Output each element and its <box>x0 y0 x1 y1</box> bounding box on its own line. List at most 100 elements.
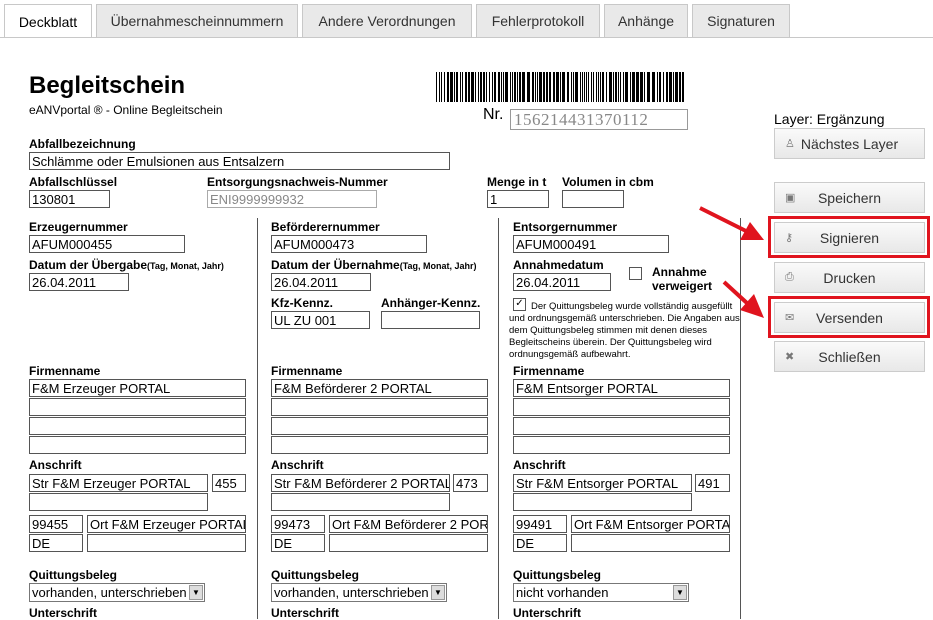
annahme-verweigert-checkbox[interactable] <box>629 267 642 280</box>
erzeuger-firma-field[interactable]: F&M Erzeuger PORTAL <box>29 379 246 397</box>
entsorger-quittung-label: Quittungsbeleg <box>513 568 601 582</box>
befoerderer-strasse-field[interactable]: Str F&M Beförderer 2 PORTAL <box>271 474 450 492</box>
page-subtitle: eANVportal ® - Online Begleitschein <box>29 103 223 117</box>
close-label: Schließen <box>818 348 881 365</box>
erzeuger-ort-field[interactable]: Ort F&M Erzeuger PORTAL <box>87 515 246 533</box>
close-icon: ✖ <box>785 351 795 363</box>
befoerderer-firma-field-4[interactable] <box>271 436 488 454</box>
datum-uebergabe-field[interactable]: 26.04.2011 <box>29 273 129 291</box>
befoerderer-anschrift-label: Anschrift <box>271 458 324 472</box>
entsorgernummer-label: Entsorgernummer <box>513 220 618 234</box>
datum-uebergabe-label: Datum der Übergabe(Tag, Monat, Jahr) <box>29 258 224 272</box>
befoerderer-unterschrift-label: Unterschrift <box>271 606 340 620</box>
chevron-down-icon: ▼ <box>189 585 203 600</box>
befoerderer-quittung-label: Quittungsbeleg <box>271 568 359 582</box>
befoerderer-ort-field-2[interactable] <box>329 534 488 552</box>
menge-field[interactable]: 1 <box>487 190 549 208</box>
send-highlight-box <box>768 296 930 338</box>
befoerderernummer-field[interactable]: AFUM000473 <box>271 235 427 253</box>
next-layer-label: Nächstes Layer <box>800 135 899 152</box>
save-button[interactable]: ▣ Speichern <box>774 182 925 213</box>
erzeuger-quittung-label: Quittungsbeleg <box>29 568 117 582</box>
erzeuger-firma-field-2[interactable] <box>29 398 246 416</box>
arrow-to-send <box>722 280 764 318</box>
entsorger-land-field[interactable]: DE <box>513 534 567 552</box>
abfallbezeichnung-field[interactable]: Schlämme oder Emulsionen aus Entsalzern <box>29 152 450 170</box>
nachweis-field[interactable]: ENI9999999932 <box>207 190 377 208</box>
entsorger-firma-field-2[interactable] <box>513 398 730 416</box>
befoerderer-ort-field[interactable]: Ort F&M Beförderer 2 PORTAL <box>329 515 488 533</box>
tab-anhaenge[interactable]: Anhänge <box>604 4 688 37</box>
kfz-label: Kfz-Kennz. <box>271 296 333 310</box>
befoerderer-hausnr-field[interactable]: 473 <box>453 474 488 492</box>
befoerderer-quittung-select[interactable]: vorhanden, unterschrieben ▼ <box>271 583 447 602</box>
tab-fehlerprotokoll[interactable]: Fehlerprotokoll <box>476 4 600 37</box>
erzeugernummer-label: Erzeugernummer <box>29 220 128 234</box>
entsorger-firma-field[interactable]: F&M Entsorger PORTAL <box>513 379 730 397</box>
erzeuger-ort-field-2[interactable] <box>87 534 246 552</box>
erzeuger-land-field[interactable]: DE <box>29 534 83 552</box>
kfz-field[interactable]: UL ZU 001 <box>271 311 370 329</box>
erzeuger-strasse-field[interactable]: Str F&M Erzeuger PORTAL <box>29 474 208 492</box>
next-layer-button[interactable]: ♙ Nächstes Layer <box>774 128 925 159</box>
befoerderernummer-label: Beförderernummer <box>271 220 380 234</box>
entsorger-hausnr-field[interactable]: 491 <box>695 474 730 492</box>
erzeuger-quittung-select[interactable]: vorhanden, unterschrieben ▼ <box>29 583 205 602</box>
entsorger-strasse-field[interactable]: Str F&M Entsorger PORTAL <box>513 474 692 492</box>
tab-signaturen[interactable]: Signaturen <box>692 4 790 37</box>
annahmedatum-label: Annahmedatum <box>513 258 604 272</box>
erzeugernummer-field[interactable]: AFUM000455 <box>29 235 185 253</box>
chevron-down-icon: ▼ <box>673 585 687 600</box>
arrow-to-sign <box>699 206 764 240</box>
tab-bar: Deckblatt Übernahmescheinnummern Andere … <box>0 0 933 38</box>
tab-deckblatt[interactable]: Deckblatt <box>4 4 92 38</box>
entsorger-firma-field-4[interactable] <box>513 436 730 454</box>
save-label: Speichern <box>817 189 882 206</box>
erzeuger-firma-field-3[interactable] <box>29 417 246 435</box>
nr-field: 156214431370112 <box>510 109 688 130</box>
befoerderer-firma-field[interactable]: F&M Beförderer 2 PORTAL <box>271 379 488 397</box>
tab-uebernahmescheinnummern[interactable]: Übernahmescheinnummern <box>96 4 298 37</box>
chevron-down-icon: ▼ <box>431 585 445 600</box>
entsorgernummer-field[interactable]: AFUM000491 <box>513 235 669 253</box>
volumen-label: Volumen in cbm <box>562 175 654 189</box>
print-button[interactable]: ⎙ Drucken <box>774 262 925 293</box>
annahmedatum-field[interactable]: 26.04.2011 <box>513 273 611 291</box>
volumen-field[interactable] <box>562 190 624 208</box>
page-title: Begleitschein <box>29 72 186 99</box>
column-divider-1 <box>257 218 258 619</box>
entsorger-ort-field[interactable]: Ort F&M Entsorger PORTAL <box>571 515 730 533</box>
befoerderer-firma-field-2[interactable] <box>271 398 488 416</box>
entsorger-anschrift-label: Anschrift <box>513 458 566 472</box>
close-button[interactable]: ✖ Schließen <box>774 341 925 372</box>
erzeuger-anschrift-label: Anschrift <box>29 458 82 472</box>
print-label: Drucken <box>823 269 876 286</box>
erzeuger-hausnr-field[interactable]: 455 <box>212 474 246 492</box>
befoerderer-land-field[interactable]: DE <box>271 534 325 552</box>
datum-uebernahme-field[interactable]: 26.04.2011 <box>271 273 371 291</box>
abfallschluessel-field[interactable]: 130801 <box>29 190 110 208</box>
erzeuger-unterschrift-label: Unterschrift <box>29 606 98 620</box>
entsorger-plz-field[interactable]: 99491 <box>513 515 567 533</box>
befoerderer-plz-field[interactable]: 99473 <box>271 515 325 533</box>
abfallschluessel-label: Abfallschlüssel <box>29 175 118 189</box>
sign-highlight-box <box>768 216 930 258</box>
befoerderer-firma-field-3[interactable] <box>271 417 488 435</box>
tab-andere-verordnungen[interactable]: Andere Verordnungen <box>302 4 472 37</box>
entsorger-ort-field-2[interactable] <box>571 534 730 552</box>
entsorger-firma-field-3[interactable] <box>513 417 730 435</box>
erzeuger-plz-field[interactable]: 99455 <box>29 515 83 533</box>
annotation-arrows <box>699 206 764 318</box>
erzeuger-firma-field-4[interactable] <box>29 436 246 454</box>
printer-icon: ⎙ <box>785 271 794 283</box>
entsorger-strasse-field-2[interactable] <box>513 493 692 511</box>
column-divider-2 <box>498 218 499 619</box>
menge-label: Menge in t <box>487 175 547 189</box>
erzeuger-strasse-field-2[interactable] <box>29 493 208 511</box>
entsorger-quittung-select[interactable]: nicht vorhanden ▼ <box>513 583 689 602</box>
user-icon: ♙ <box>785 138 795 150</box>
entsorger-firma-label: Firmenname <box>513 364 585 378</box>
datum-uebernahme-label: Datum der Übernahme(Tag, Monat, Jahr) <box>271 258 477 272</box>
anhaenger-field[interactable] <box>381 311 480 329</box>
befoerderer-strasse-field-2[interactable] <box>271 493 450 511</box>
